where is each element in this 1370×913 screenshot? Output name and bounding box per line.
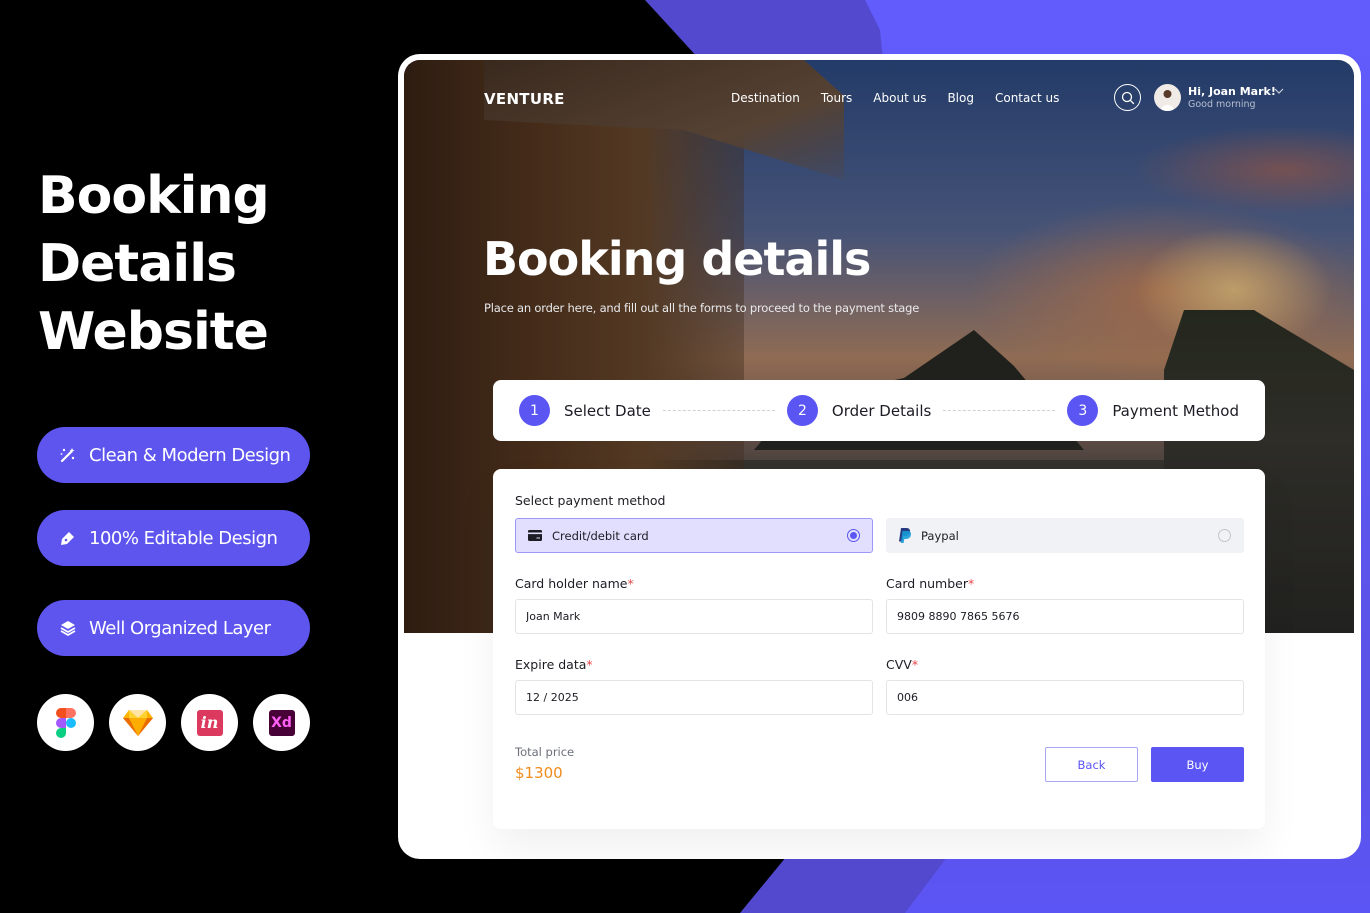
feature-label: Clean & Modern Design [89, 444, 291, 466]
expire-date-label: Expire data* [515, 657, 593, 672]
card-number-input[interactable] [886, 599, 1244, 634]
booking-stepper: 1 Select Date 2 Order Details 3 Payment … [493, 380, 1265, 441]
promo-title-line: Details [38, 234, 237, 294]
cvv-label: CVV* [886, 657, 918, 672]
layers-icon [59, 619, 77, 637]
total-price-label: Total price [515, 745, 575, 759]
paypal-icon [899, 528, 911, 543]
user-avatar-icon [1161, 90, 1174, 111]
step-order-details[interactable]: 2 Order Details [786, 395, 932, 426]
expire-date-label-text: Expire data [515, 657, 587, 672]
card-holder-label-text: Card holder name [515, 576, 628, 591]
nav-link-tours[interactable]: Tours [821, 91, 852, 105]
feature-pill-editable: 100% Editable Design [37, 510, 310, 566]
expire-date-input[interactable] [515, 680, 873, 715]
website-mockup: VENTURE Destination Tours About us Blog … [398, 54, 1361, 859]
step-connector [662, 410, 775, 411]
step-label: Payment Method [1112, 401, 1240, 420]
buy-button[interactable]: Buy [1151, 747, 1244, 782]
payment-option-card[interactable]: Credit/debit card [515, 518, 873, 553]
page-title: Booking details [483, 232, 871, 286]
payment-option-label: Credit/debit card [552, 528, 649, 543]
feature-label: Well Organized Layer [89, 617, 271, 639]
step-number: 3 [1067, 395, 1099, 426]
user-name: Hi, Joan Mark! [1188, 85, 1276, 98]
required-mark: * [586, 657, 593, 672]
promo-title-line: Booking [38, 166, 270, 226]
tool-icons: in Xd [37, 694, 310, 751]
step-label: Select Date [564, 401, 651, 420]
cvv-input[interactable] [886, 680, 1244, 715]
required-mark: * [968, 576, 975, 591]
payment-option-label: Paypal [921, 528, 959, 543]
search-icon [1121, 91, 1134, 104]
magic-wand-icon [59, 446, 77, 464]
main-nav: Destination Tours About us Blog Contact … [731, 91, 1059, 105]
feature-pill-layers: Well Organized Layer [37, 600, 310, 656]
card-number-label: Card number* [886, 576, 974, 591]
sketch-icon [109, 694, 166, 751]
required-mark: * [627, 576, 634, 591]
page-subtitle: Place an order here, and fill out all th… [484, 301, 920, 315]
back-button[interactable]: Back [1045, 747, 1138, 782]
payment-form: Select payment method Credit/debit card … [493, 469, 1265, 829]
card-holder-input[interactable] [515, 599, 873, 634]
radio-selected[interactable] [847, 529, 860, 542]
user-greeting: Good morning [1188, 99, 1256, 110]
invision-logo-text: in [196, 709, 223, 736]
step-select-date[interactable]: 1 Select Date [519, 395, 651, 426]
nav-link-blog[interactable]: Blog [947, 91, 974, 105]
step-number: 1 [519, 395, 550, 426]
nav-link-contact[interactable]: Contact us [995, 91, 1059, 105]
user-menu[interactable]: Hi, Joan Mark! Good morning [1188, 85, 1276, 110]
radio-unselected[interactable] [1218, 529, 1231, 542]
payment-option-paypal[interactable]: Paypal [886, 518, 1244, 553]
feature-pill-clean-design: Clean & Modern Design [37, 427, 310, 483]
step-payment-method[interactable]: 3 Payment Method [1067, 395, 1239, 426]
credit-card-icon [528, 530, 542, 541]
figma-icon [37, 694, 94, 751]
step-number: 2 [786, 395, 818, 426]
card-holder-label: Card holder name* [515, 576, 634, 591]
adobe-xd-icon: Xd [253, 694, 310, 751]
search-button[interactable] [1114, 84, 1141, 111]
nav-link-about[interactable]: About us [873, 91, 926, 105]
payment-method-heading: Select payment method [515, 493, 666, 508]
card-number-label-text: Card number [886, 576, 969, 591]
total-price-value: $1300 [515, 764, 563, 782]
step-label: Order Details [831, 401, 932, 420]
xd-logo-text: Xd [268, 709, 295, 736]
avatar[interactable] [1154, 84, 1181, 111]
feature-label: 100% Editable Design [89, 527, 278, 549]
site-logo[interactable]: VENTURE [484, 90, 565, 108]
required-mark: * [911, 657, 919, 672]
nav-link-destination[interactable]: Destination [731, 91, 800, 105]
cvv-label-text: CVV [886, 657, 912, 672]
promo-title-line: Website [38, 302, 269, 362]
pen-edit-icon [59, 529, 77, 547]
step-connector [943, 410, 1056, 411]
chevron-down-icon[interactable] [1274, 87, 1284, 95]
invision-icon: in [181, 694, 238, 751]
promo-title: Booking Details Website [38, 162, 270, 366]
